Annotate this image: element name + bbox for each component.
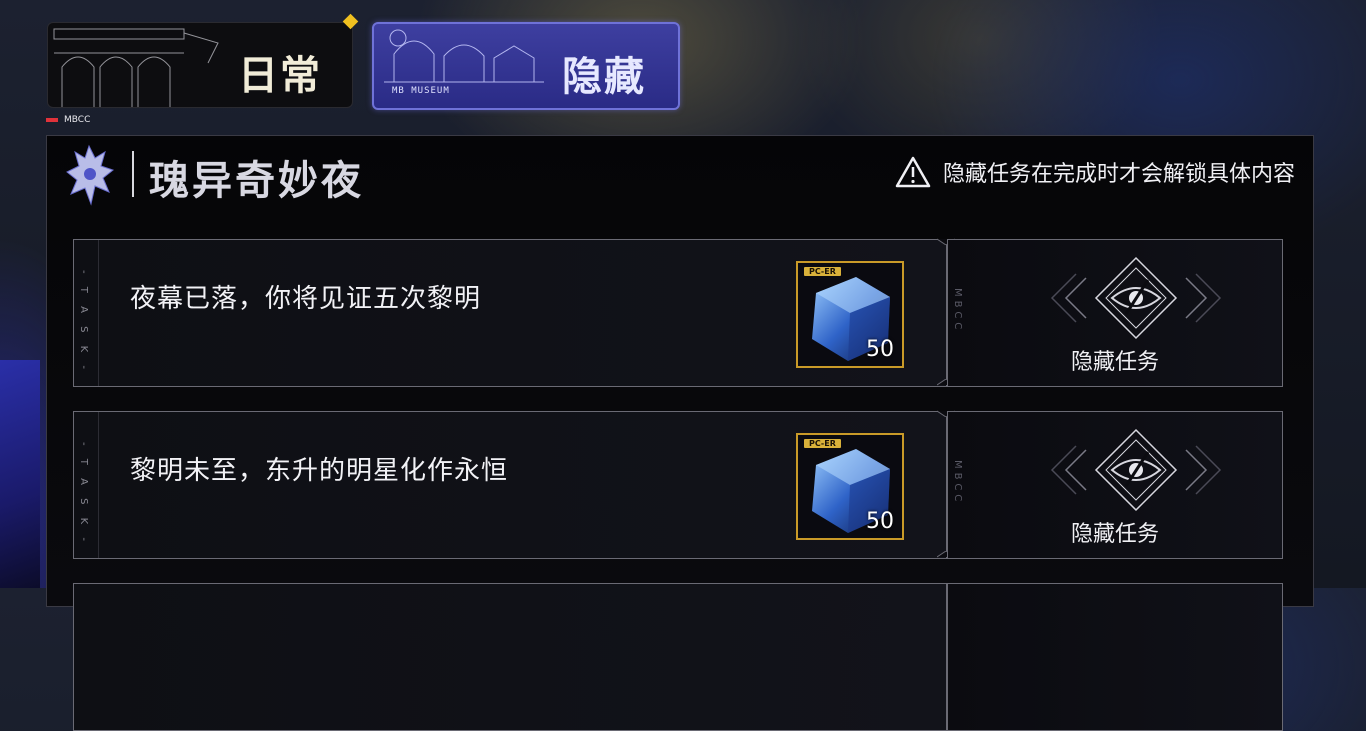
task-status-panel: MBCC 隐藏任务	[947, 239, 1283, 387]
eye-diamond-icon	[1050, 428, 1222, 512]
tab-hidden-label: 隐藏	[562, 53, 646, 100]
header-tag-label: MBCC	[64, 115, 91, 125]
warning-triangle-icon	[895, 156, 931, 188]
reward-tag: PC-ER	[804, 267, 841, 276]
eye-diamond-icon	[1050, 256, 1222, 340]
notice-text: 隐藏任务在完成时才会解锁具体内容	[942, 162, 1295, 187]
tab-daily-label: 日常	[238, 52, 322, 99]
task-row[interactable]: - T A S K - 黎明未至，东升的明星化作永恒 PC-ER 50 MBCC	[73, 410, 1283, 559]
task-description: 夜幕已落，你将见证五次黎明	[130, 284, 482, 314]
task-stripe: - T A S K -	[74, 240, 99, 386]
task-description: 黎明未至，东升的明星化作永恒	[130, 456, 509, 486]
reward-item[interactable]: PC-ER 50	[796, 261, 904, 368]
tab-daily[interactable]: 日常	[47, 22, 353, 108]
notice: 隐藏任务在完成时才会解锁具体内容	[895, 156, 1295, 188]
red-marker-icon	[46, 118, 58, 122]
background-art	[0, 360, 40, 588]
task-stripe: - T A S K -	[74, 412, 99, 558]
tab-hidden[interactable]: MB MUSEUM 隐藏	[372, 22, 680, 110]
reward-count: 50	[866, 509, 894, 534]
task-main: - T A S K - 黎明未至，东升的明星化作永恒 PC-ER 50	[73, 411, 947, 559]
task-status-panel: MBCC 隐藏任务	[947, 411, 1283, 559]
hidden-task-label: 隐藏任务	[1070, 522, 1159, 547]
panel-title: 瑰异奇妙夜	[149, 157, 364, 204]
header-tag: MBCC	[46, 115, 90, 125]
task-status-panel	[947, 583, 1283, 731]
emblem-icon	[66, 144, 115, 206]
side-mark: MBCC	[952, 460, 963, 506]
reward-item[interactable]: PC-ER 50	[796, 433, 904, 540]
reward-count: 50	[866, 337, 894, 362]
task-row[interactable]: - T A S K - 夜幕已落，你将见证五次黎明 PC-ER 50 MBCC	[73, 238, 1283, 387]
task-main	[73, 583, 947, 731]
side-mark: MBCC	[952, 288, 963, 334]
task-main: - T A S K - 夜幕已落，你将见证五次黎明 PC-ER 50	[73, 239, 947, 387]
hidden-task-label: 隐藏任务	[1070, 350, 1159, 375]
task-panel: 瑰异奇妙夜 隐藏任务在完成时才会解锁具体内容 - T A S K - 夜幕已落，…	[46, 135, 1314, 731]
panel-header: 瑰异奇妙夜 隐藏任务在完成时才会解锁具体内容	[47, 136, 1313, 226]
title-divider	[132, 151, 134, 197]
task-row[interactable]	[73, 583, 1283, 731]
reward-tag: PC-ER	[804, 439, 841, 448]
tab-barcode: MB MUSEUM	[392, 86, 450, 96]
